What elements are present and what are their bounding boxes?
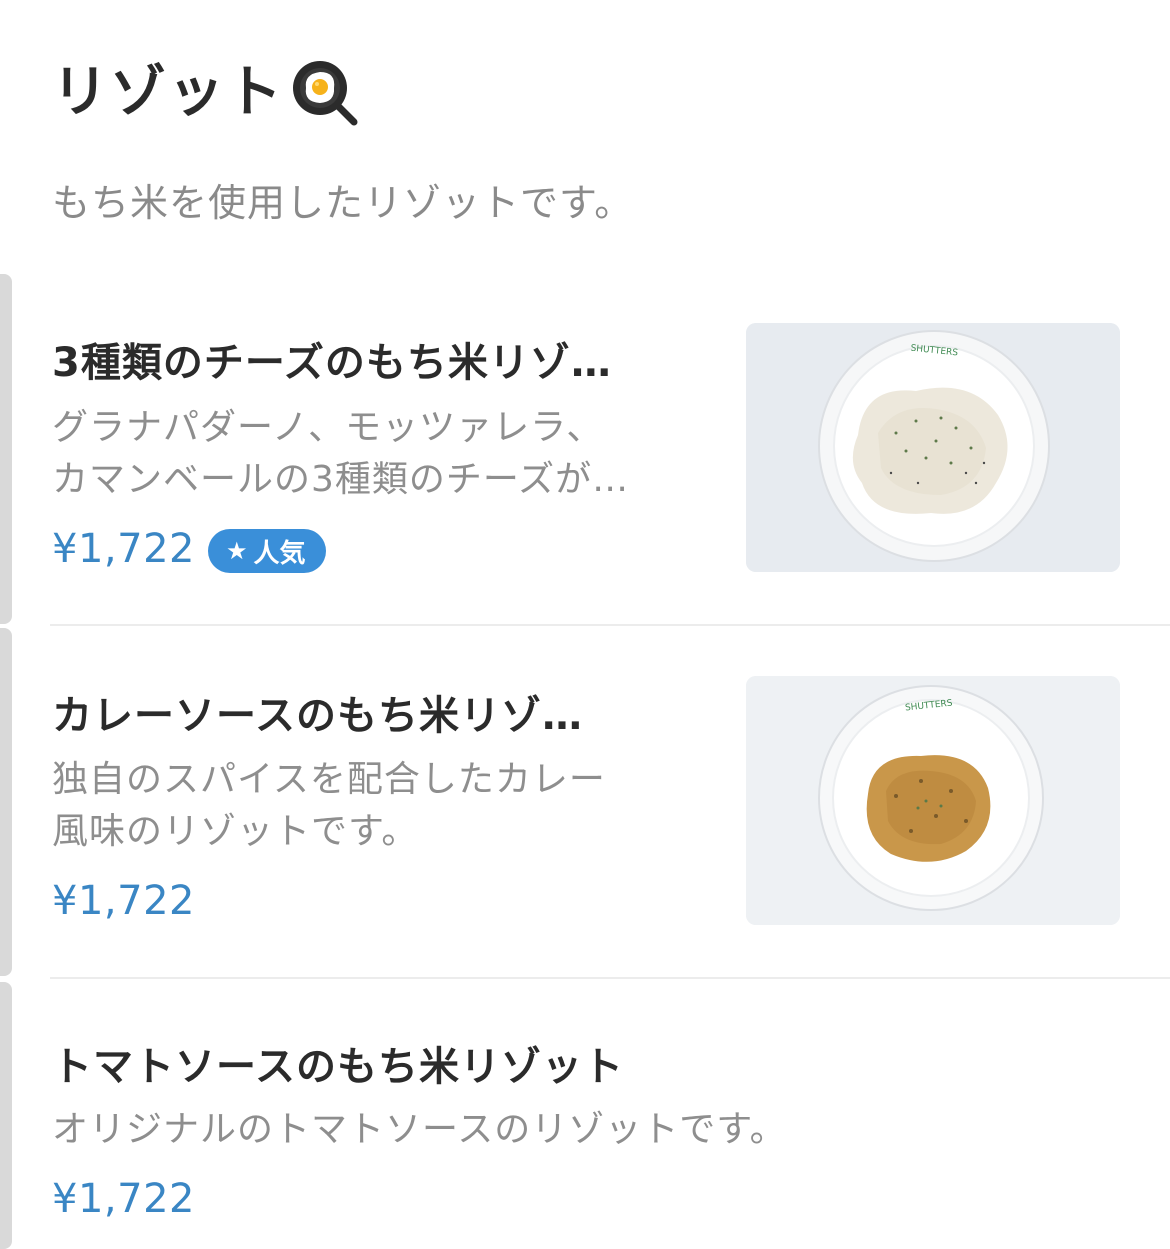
- menu-item-name: トマトソースのもち米リゾット: [52, 1044, 624, 1090]
- menu-item-name: カレーソースのもち米リゾ…: [52, 693, 583, 739]
- edge-indicator: [0, 274, 12, 624]
- menu-item-price: ¥1,722: [52, 526, 195, 572]
- menu-item-description-line: 風味のリゾットです。: [52, 811, 419, 852]
- menu-item-description-line: 独自のスパイスを配合したカレー: [52, 759, 606, 800]
- edge-indicator: [0, 628, 12, 976]
- menu-item-description-line: グラナパダーノ、モッツァレラ、: [52, 407, 604, 448]
- menu-item-description: グラナパダーノ、モッツァレラ、 カマンベールの3種類のチーズが…: [52, 402, 692, 506]
- menu-item-price: ¥1,722: [52, 1176, 195, 1222]
- section-description: もち米を使用したリゾットです。: [52, 181, 634, 225]
- edge-indicator: [0, 982, 12, 1249]
- star-icon: ★: [226, 537, 248, 565]
- item-divider: [50, 624, 1170, 626]
- frying-pan-egg-icon: [293, 61, 358, 126]
- menu-item-description-line: カマンベールの3種類のチーズが…: [52, 459, 630, 500]
- menu-item-description-line: オリジナルのトマトソースのリゾットです。: [52, 1109, 787, 1150]
- popular-badge: ★ 人気: [208, 529, 326, 573]
- section-title: リゾット: [52, 58, 360, 128]
- menu-item-description: 独自のスパイスを配合したカレー 風味のリゾットです。: [52, 754, 692, 858]
- menu-item-price: ¥1,722: [52, 878, 195, 924]
- item-divider: [50, 977, 1170, 979]
- menu-item-image[interactable]: SHUTTERS: [746, 323, 1120, 572]
- menu-item-description: オリジナルのトマトソースのリゾットです。: [52, 1104, 952, 1156]
- menu-item-name: 3種類のチーズのもち米リゾ…: [52, 340, 612, 386]
- menu-item-image[interactable]: SHUTTERS: [746, 676, 1120, 925]
- section-title-text: リゾット: [52, 60, 284, 125]
- popular-badge-label: 人気: [253, 538, 306, 569]
